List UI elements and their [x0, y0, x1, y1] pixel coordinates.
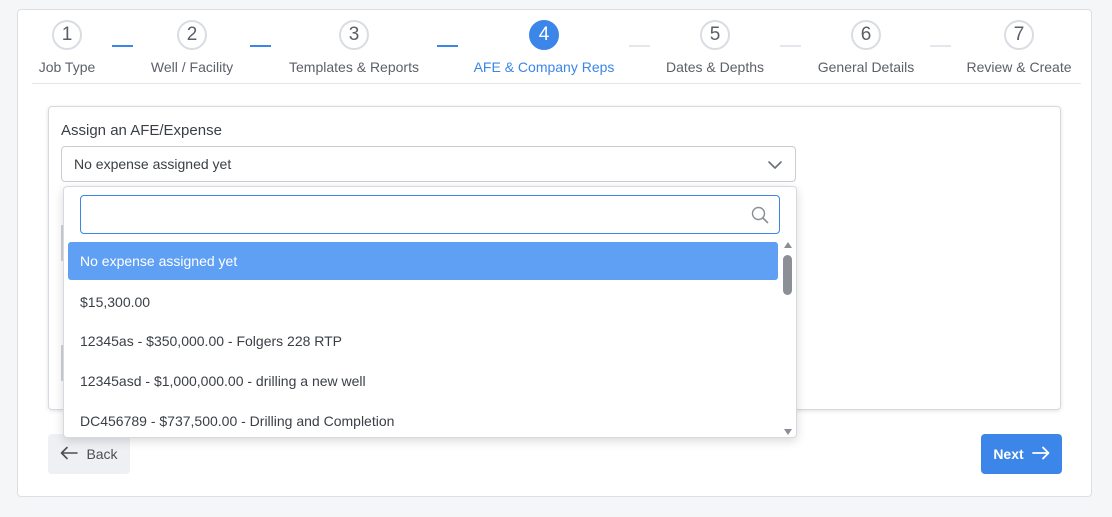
step-number: 1: [52, 20, 82, 50]
step-number: 5: [700, 20, 730, 50]
afe-option-list: No expense assigned yet $15,300.00 12345…: [68, 242, 778, 440]
search-icon: [751, 206, 769, 229]
step-number: 2: [177, 20, 207, 50]
create-job-card: 1 Job Type 2 Well / Facility 3 Templates…: [17, 9, 1092, 497]
afe-option[interactable]: DC456789 - $737,500.00 - Drilling and Co…: [68, 401, 778, 441]
afe-option[interactable]: No expense assigned yet: [68, 242, 778, 280]
arrow-right-icon: [1031, 446, 1050, 463]
step-connector-6-7: [930, 45, 951, 47]
step-review-create[interactable]: 7 Review & Create: [962, 20, 1076, 75]
step-connector-5-6: [780, 45, 801, 47]
step-well-facility[interactable]: 2 Well / Facility: [137, 20, 247, 75]
step-afe-company-reps[interactable]: 4 AFE & Company Reps: [471, 20, 617, 75]
step-number: 3: [339, 20, 369, 50]
afe-search-box[interactable]: [80, 195, 780, 234]
arrow-left-icon: [60, 446, 79, 463]
afe-search-input[interactable]: [81, 196, 741, 233]
back-button-label: Back: [86, 446, 118, 462]
next-button[interactable]: Next: [981, 434, 1062, 474]
step-number: 4: [529, 20, 559, 50]
chevron-down-icon: [767, 157, 783, 178]
dropdown-scrollbar[interactable]: [782, 242, 794, 435]
step-label: Dates & Depths: [665, 59, 765, 75]
afe-option[interactable]: 12345asd - $1,000,000.00 - drilling a ne…: [68, 361, 778, 401]
step-general-details[interactable]: 6 General Details: [811, 20, 921, 75]
step-label: Review & Create: [966, 59, 1072, 75]
afe-option[interactable]: 12345as - $350,000.00 - Folgers 228 RTP: [68, 321, 778, 361]
step-label: Well / Facility: [150, 59, 234, 75]
step-label: AFE & Company Reps: [473, 59, 615, 75]
step-connector-3-4: [437, 45, 458, 47]
afe-dropdown-menu: No expense assigned yet $15,300.00 12345…: [63, 186, 797, 438]
step-job-type[interactable]: 1 Job Type: [18, 20, 116, 75]
afe-select[interactable]: No expense assigned yet: [61, 146, 796, 182]
step-templates-reports[interactable]: 3 Templates & Reports: [283, 20, 425, 75]
wizard-stepper: 1 Job Type 2 Well / Facility 3 Templates…: [18, 10, 1093, 84]
stepper-divider: [32, 83, 1081, 84]
scrollbar-thumb[interactable]: [783, 255, 792, 295]
scroll-down-icon[interactable]: [784, 429, 792, 435]
step-connector-2-3: [250, 45, 271, 47]
afe-option[interactable]: $15,300.00: [68, 282, 778, 322]
scroll-up-icon[interactable]: [784, 242, 792, 248]
step-connector-4-5: [629, 45, 650, 47]
step-label: Templates & Reports: [289, 59, 419, 75]
afe-select-value: No expense assigned yet: [74, 156, 232, 172]
afe-section-title: Assign an AFE/Expense: [61, 122, 222, 139]
step-label: General Details: [817, 59, 915, 75]
step-label: Job Type: [38, 59, 96, 75]
step-number: 6: [851, 20, 881, 50]
step-dates-depths[interactable]: 5 Dates & Depths: [660, 20, 770, 75]
next-button-label: Next: [993, 446, 1024, 462]
step-number: 7: [1004, 20, 1034, 50]
